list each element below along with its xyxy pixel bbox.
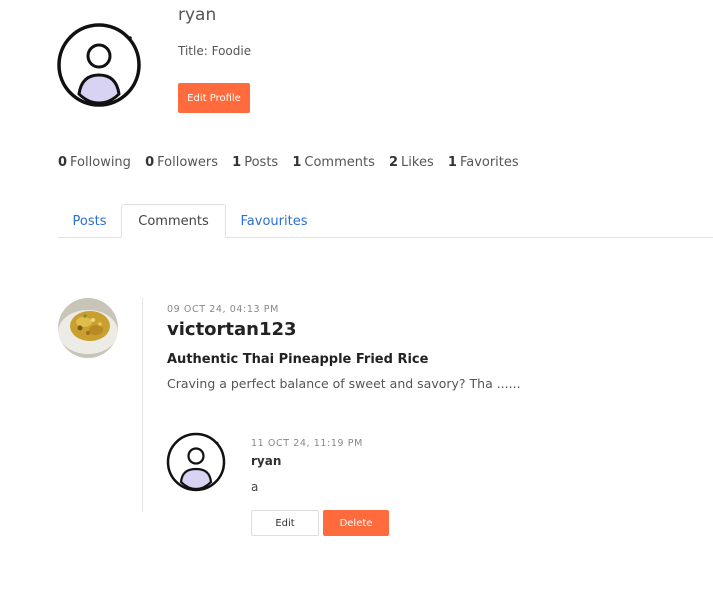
stat-count: 2 <box>389 155 399 170</box>
stat-count: 0 <box>58 155 68 170</box>
edit-profile-button[interactable]: Edit Profile <box>178 83 250 113</box>
tab-posts[interactable]: Posts <box>58 204 121 238</box>
stat-likes: 2 Likes <box>389 155 434 170</box>
post-excerpt: Craving a perfect balance of sweet and s… <box>167 376 521 391</box>
stat-posts: 1 Posts <box>232 155 278 170</box>
post-author-link[interactable]: victortan123 <box>167 319 297 340</box>
profile-avatar-icon <box>57 22 143 108</box>
stat-following[interactable]: 0 Following <box>58 155 131 170</box>
stat-label: Following <box>70 155 131 170</box>
tab-comments[interactable]: Comments <box>121 204 226 238</box>
stat-count: 1 <box>292 155 302 170</box>
stat-label: Comments <box>304 155 375 170</box>
comment-post-date: 09 OCT 24, 04:13 PM <box>167 304 279 315</box>
delete-comment-button[interactable]: Delete <box>323 510 389 536</box>
tab-favourites[interactable]: Favourites <box>226 204 322 238</box>
stat-label: Favorites <box>459 155 519 170</box>
thread-divider <box>142 298 143 512</box>
reply-text: a <box>251 480 259 494</box>
stat-label: Posts <box>244 155 279 170</box>
edit-comment-button[interactable]: Edit <box>251 510 319 536</box>
stat-count: 1 <box>232 155 242 170</box>
post-thumbnail-image[interactable] <box>58 298 118 358</box>
profile-title-value: Foodie <box>211 44 252 58</box>
stat-label: Followers <box>157 155 219 170</box>
reply-author[interactable]: ryan <box>251 454 281 468</box>
profile-title-label: Title: <box>178 44 208 58</box>
profile-username: ryan <box>178 5 217 25</box>
stat-count: 0 <box>145 155 155 170</box>
stat-count: 1 <box>447 155 457 170</box>
post-title-link[interactable]: Authentic Thai Pineapple Fried Rice <box>167 352 428 367</box>
profile-stats: 0 Following 0 Followers 1 Posts 1 Comments 2… <box>58 155 529 170</box>
profile-title: Title: Foodie <box>178 44 251 58</box>
reply-date: 11 OCT 24, 11:19 PM <box>251 438 363 449</box>
stat-label: Likes <box>401 155 434 170</box>
stat-favorites: 1 Favorites <box>448 155 519 170</box>
stat-comments: 1 Comments <box>292 155 375 170</box>
stat-followers[interactable]: 0 Followers <box>145 155 218 170</box>
reply-avatar-icon <box>166 432 226 492</box>
